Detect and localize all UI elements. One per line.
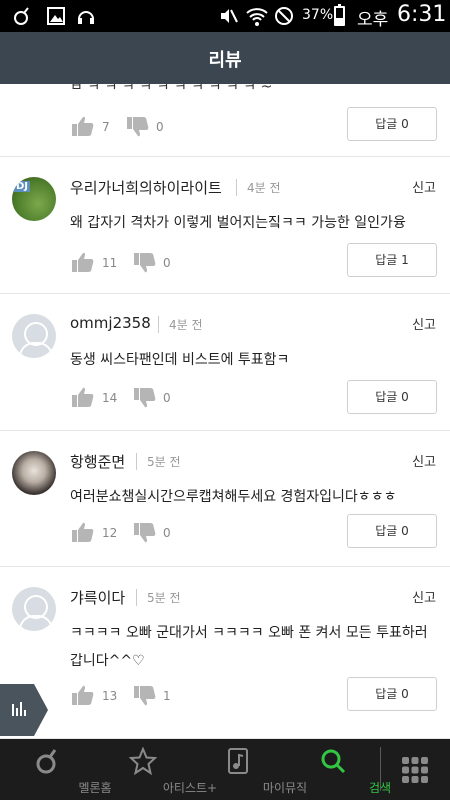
like-count: 11: [102, 256, 118, 270]
thumbs-down-icon[interactable]: [134, 686, 156, 706]
comment-item: 갸륵이다 5분 전 신고 ㅋㅋㅋㅋ 오빠 군대가서 ㅋㅋㅋㅋ 오빠 폰 켜서 모…: [0, 567, 450, 739]
status-bar: 37% 오후 6:31: [0, 0, 450, 32]
nav-melon-home[interactable]: 멜론홈: [0, 739, 112, 800]
melon-notification-icon: [12, 6, 32, 31]
comment-author[interactable]: 항행준면: [70, 451, 125, 472]
thumbs-up-icon[interactable]: [72, 522, 94, 542]
blocked-icon: [274, 6, 294, 31]
thumbs-up-icon[interactable]: [72, 685, 94, 705]
music-file-icon: [224, 747, 252, 775]
bottom-navigation: 멜론홈 아티스트+ 마이뮤직 검색: [0, 739, 450, 800]
melon-note-icon: [34, 747, 62, 775]
dislike-count: 0: [163, 391, 171, 405]
review-list[interactable]: ㅂ ㅋ ㅋ ㅋ ㅋ ㅋ ㅋ ㅋ ㅋ ㅋ ㅋ ~ 7 0 답글 0 DJ 우리가너…: [0, 84, 450, 739]
grid-menu-button[interactable]: [400, 755, 430, 785]
avatar-badge: DJ: [14, 181, 31, 192]
comment-text: 왜 갑자기 격차가 이렇게 벌어지는짘ㅋㅋ 가능한 일인가융: [70, 215, 406, 231]
comment-text: ㅂ ㅋ ㅋ ㅋ ㅋ ㅋ ㅋ ㅋ ㅋ ㅋ ㅋ ~: [70, 84, 273, 95]
report-button[interactable]: 신고: [412, 177, 436, 196]
thumbs-down-icon[interactable]: [134, 523, 156, 543]
default-avatar-icon[interactable]: [12, 314, 56, 358]
app-header: 리뷰: [0, 32, 450, 84]
nav-my-music[interactable]: 마이뮤직: [190, 739, 307, 800]
reply-button[interactable]: 답글 0: [347, 677, 437, 711]
star-icon: [128, 746, 157, 776]
dislike-count: 0: [163, 256, 171, 270]
report-button[interactable]: 신고: [412, 587, 436, 606]
thumbs-down-icon[interactable]: [134, 253, 156, 273]
clock-ampm: 오후: [357, 10, 389, 30]
page-title: 리뷰: [208, 50, 242, 71]
nav-divider: [380, 747, 381, 791]
comment-time: 4분 전: [158, 316, 203, 333]
comment-text: 여러분쇼챔실시간으루캡쳐해두세요 경험자입니다ㅎㅎㅎ: [70, 489, 397, 505]
default-avatar-icon[interactable]: [12, 587, 56, 631]
search-icon: [319, 747, 347, 775]
clock-time: 6:31: [397, 2, 447, 27]
chart-toggle-button[interactable]: [0, 684, 48, 736]
dislike-count: 1: [163, 689, 171, 703]
wifi-icon: [246, 6, 268, 31]
like-count: 12: [102, 526, 118, 540]
report-button[interactable]: 신고: [412, 314, 436, 333]
reply-button[interactable]: 답글 0: [347, 107, 437, 141]
nav-artist-plus[interactable]: 아티스트+: [95, 739, 217, 800]
report-button[interactable]: 신고: [412, 451, 436, 470]
reply-button[interactable]: 답글 0: [347, 514, 437, 548]
thumbs-down-icon[interactable]: [127, 117, 149, 137]
grid-icon: [402, 757, 428, 783]
like-count: 7: [102, 120, 110, 134]
comment-author[interactable]: 우리가너희의하이라이트: [70, 177, 222, 198]
comment-author[interactable]: 갸륵이다: [70, 587, 125, 608]
avatar[interactable]: [12, 451, 56, 495]
comment-item: ommj2358 4분 전 신고 동생 씨스타팬인데 비스트에 투표함ㅋ 14 …: [0, 294, 450, 431]
comment-time: 5분 전: [136, 453, 181, 470]
comment-text: 동생 씨스타팬인데 비스트에 투표함ㅋ: [70, 352, 290, 368]
comment-time: 5분 전: [136, 589, 181, 606]
avatar[interactable]: DJ: [12, 177, 56, 221]
comment-time: 4분 전: [236, 179, 281, 196]
dislike-count: 0: [156, 120, 164, 134]
thumbs-up-icon[interactable]: [72, 116, 94, 136]
comment-item: ㅂ ㅋ ㅋ ㅋ ㅋ ㅋ ㅋ ㅋ ㅋ ㅋ ㅋ ~ 7 0 답글 0: [0, 84, 450, 157]
thumbs-up-icon[interactable]: [72, 387, 94, 407]
comment-text: ㅋㅋㅋㅋ 오빠 군대가서 ㅋㅋㅋㅋ 오빠 폰 켜서 모든 투표하러갑니다^^♡: [70, 625, 428, 669]
headphone-notification-icon: [76, 6, 96, 31]
reply-button[interactable]: 답글 0: [347, 380, 437, 414]
nav-search[interactable]: 검색: [285, 739, 391, 800]
like-count: 14: [102, 391, 118, 405]
thumbs-up-icon[interactable]: [72, 252, 94, 272]
gallery-notification-icon: [46, 6, 66, 31]
like-count: 13: [102, 689, 118, 703]
battery-icon: [334, 4, 345, 26]
thumbs-down-icon[interactable]: [134, 388, 156, 408]
comment-item: 항행준면 5분 전 신고 여러분쇼챔실시간으루캡쳐해두세요 경험자입니다ㅎㅎㅎ …: [0, 431, 450, 567]
mute-icon: [218, 6, 238, 31]
comment-author[interactable]: ommj2358: [70, 314, 151, 332]
battery-percent: 37%: [302, 7, 334, 23]
dislike-count: 0: [163, 526, 171, 540]
reply-button[interactable]: 답글 1: [347, 243, 437, 277]
comment-item: DJ 우리가너희의하이라이트 4분 전 신고 왜 갑자기 격차가 이렇게 벌어지…: [0, 157, 450, 294]
